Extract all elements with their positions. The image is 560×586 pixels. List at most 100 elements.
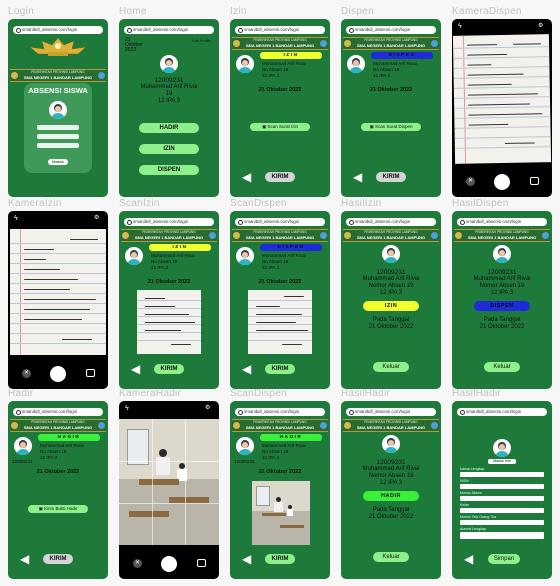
student-nis: 12009231: [376, 459, 406, 466]
settings-icon[interactable]: ⚙: [205, 405, 210, 412]
switch-camera-icon[interactable]: [197, 559, 206, 567]
banner-title: SMA NEGERI 1 BANDAR LAMPUNG: [467, 234, 537, 240]
school-banner: PEMERINTAH PROVINSI LAMPUNG SMA NEGERI 1 …: [232, 419, 328, 432]
camera-preview-classroom: [119, 419, 219, 545]
url-bar: smanibdl_absensi.com/login: [346, 26, 436, 34]
student-name: Muhammad Arif Rivai: [151, 253, 195, 258]
scan-dispen-button[interactable]: ▣ Scan Surat Dispen: [361, 123, 421, 131]
url-bar: smanibdl_absensi.com/login: [13, 408, 103, 416]
nama-field[interactable]: [460, 472, 544, 477]
back-icon[interactable]: ◀: [353, 171, 362, 183]
close-icon[interactable]: ✕: [466, 177, 475, 186]
back-icon[interactable]: ◀: [242, 363, 251, 375]
remember-field[interactable]: [37, 143, 79, 148]
frame-label-scandispen-2: ScanDispen: [230, 388, 287, 399]
camera-preview-document: [452, 34, 552, 164]
switch-camera-icon[interactable]: [86, 369, 95, 377]
url-bar: smanibdl_absensi.com/login: [13, 26, 103, 34]
school-banner: PEMERINTAH PROVINSI LAMPUNG SMA NEGERI 1 …: [343, 229, 439, 242]
school-banner: PEMERINTAH PROVINSI LAMPUNG SMA NEGERI 1 …: [10, 419, 106, 432]
masuk-info-button[interactable]: Masuk Info: [488, 459, 516, 464]
shutter-button[interactable]: [50, 366, 66, 382]
izin-status-badge: IZIN: [363, 301, 419, 311]
hadir-badge: HADIR: [38, 434, 100, 441]
alamat-field[interactable]: [460, 532, 544, 539]
screen-izin: smanibdl_absensi.com/login PEMERINTAH PR…: [230, 19, 330, 197]
avatar-icon: [236, 437, 254, 455]
date-text: 21 Oktober 2022: [258, 87, 302, 93]
result-date: 21 Oktober 2022: [479, 324, 525, 330]
kirim-button[interactable]: KIRIM: [265, 172, 295, 182]
scan-izin-button[interactable]: ▣ Scan Surat Izin: [250, 123, 310, 131]
nisn-field[interactable]: [460, 484, 544, 489]
kirim-button[interactable]: KIRIM: [376, 172, 406, 182]
back-icon[interactable]: ◀: [464, 553, 473, 565]
kelas-field[interactable]: [460, 508, 544, 513]
frame-label-dispen: Dispen: [341, 6, 374, 17]
frame-label-izin: Izin: [230, 6, 247, 17]
home-year: 2022: [125, 47, 137, 53]
password-field[interactable]: [37, 134, 79, 139]
close-icon[interactable]: ✕: [133, 559, 142, 568]
shutter-button[interactable]: [494, 174, 510, 190]
frame-label-hadir: Hadir: [8, 388, 34, 399]
screen-kamera-dispen: ϟ ⚙ ✕: [452, 19, 552, 197]
student-nis: 12009231: [376, 269, 406, 276]
frame-label-login: Login: [8, 6, 34, 17]
back-icon[interactable]: ◀: [131, 363, 140, 375]
back-icon[interactable]: ◀: [242, 171, 251, 183]
settings-icon[interactable]: ⚙: [94, 215, 99, 222]
student-kelas: 12 IPA 3: [262, 73, 280, 78]
scanned-dispen-document: [248, 290, 312, 354]
switch-camera-icon[interactable]: [530, 177, 539, 185]
izin-button[interactable]: IZIN: [139, 144, 199, 154]
dispen-button[interactable]: DISPEN: [139, 165, 199, 175]
pada-tanggal-label: Pada Tanggal: [372, 507, 410, 513]
student-kelas: 12 IPA 3: [157, 98, 181, 104]
login-button[interactable]: Masuk: [48, 159, 68, 165]
flash-icon[interactable]: ϟ: [125, 405, 130, 412]
kirim-bukti-hadir-button[interactable]: ▣ Kirim Bukti Hadir: [28, 505, 88, 513]
keluar-button[interactable]: Keluar: [373, 552, 409, 562]
izin-badge: IZIN: [260, 52, 322, 59]
shutter-button[interactable]: [161, 556, 177, 572]
avatar-icon: [382, 245, 400, 263]
close-icon[interactable]: ✕: [22, 369, 31, 378]
scanned-hadir-photo: [252, 481, 310, 545]
avatar-icon: [493, 245, 511, 263]
keluar-button[interactable]: Keluar: [373, 362, 409, 372]
kirim-button[interactable]: KIRIM: [265, 554, 295, 564]
province-logo-icon: [11, 72, 18, 79]
kirim-button[interactable]: KIRIM: [265, 364, 295, 374]
student-kelas: 12 IPA 3: [262, 455, 280, 460]
school-banner: PEMERINTAH PROVINSI LAMPUNG SMA NEGERI 1 …: [343, 419, 439, 432]
date-text: 21 Oktober 2022: [258, 469, 302, 475]
url-bar: smanibdl_absensi.com/login: [346, 218, 436, 226]
kirim-button[interactable]: KIRIM: [43, 554, 73, 564]
telp-field[interactable]: [460, 520, 544, 525]
settings-icon[interactable]: ⚙: [538, 23, 543, 30]
student-absen: Nomor Absen 19: [368, 473, 414, 479]
frame-label-kamerahadir: KameraHadir: [119, 388, 182, 399]
back-icon[interactable]: ◀: [20, 553, 29, 565]
back-icon[interactable]: ◀: [242, 553, 251, 565]
username-field[interactable]: [37, 125, 79, 130]
student-name: Muhammad Arif Rivai: [473, 276, 531, 282]
flash-icon[interactable]: ϟ: [458, 23, 463, 30]
simpan-button[interactable]: Simpan: [488, 554, 520, 564]
keluar-button[interactable]: Keluar: [484, 362, 520, 372]
frame-label-scandispen: ScanDispen: [230, 198, 287, 209]
school-banner: PEMERINTAH PROVINSI LAMPUNG SMA NEGERI 1 …: [343, 37, 439, 50]
student-kelas: 12 IPA 3: [379, 290, 403, 296]
field-label-alamat: Alamat Lengkap: [460, 527, 486, 531]
edit-profile-link[interactable]: Edit Profile: [192, 39, 210, 45]
hadir-button[interactable]: HADIR: [139, 123, 199, 133]
screen-scan-hadir: smanibdl_absensi.com/login PEMERINTAH PR…: [230, 401, 330, 579]
student-kelas: 12 IPA 3: [262, 265, 280, 270]
student-name: Muhammad Arif Rivai: [362, 466, 420, 472]
student-name: Muhammad Arif Rivai: [262, 443, 306, 448]
absen-field[interactable]: [460, 496, 544, 501]
flash-icon[interactable]: ϟ: [14, 215, 19, 222]
dispen-badge: DISPEN: [260, 244, 322, 251]
kirim-button[interactable]: KIRIM: [154, 364, 184, 374]
